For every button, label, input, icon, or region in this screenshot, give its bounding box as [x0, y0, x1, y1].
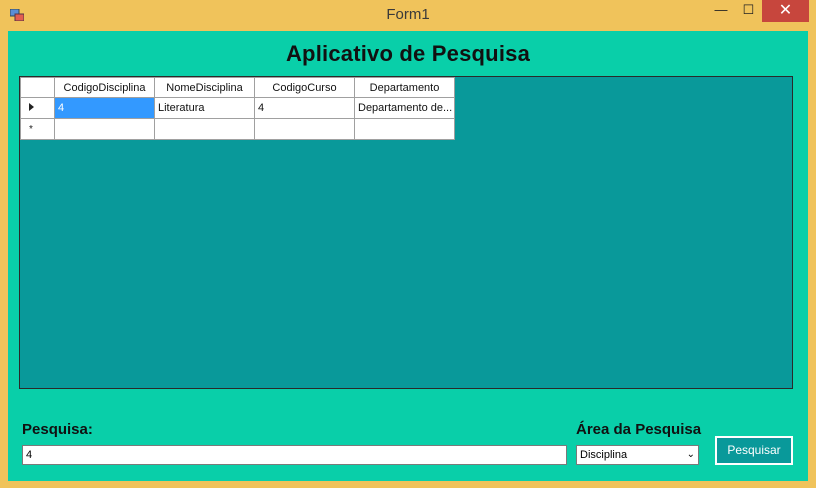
search-area-label: Área da Pesquisa — [576, 421, 702, 438]
table-row[interactable]: 4 Literatura 4 Departamento de... — [20, 97, 455, 119]
form-client-area: Aplicativo de Pesquisa CodigoDisciplina … — [8, 31, 808, 481]
column-header-codigodisciplina[interactable]: CodigoDisciplina — [54, 77, 155, 98]
maximize-button[interactable]: ☐ — [735, 0, 762, 22]
new-cell[interactable] — [154, 118, 255, 140]
page-title: Aplicativo de Pesquisa — [285, 41, 531, 66]
chevron-down-icon[interactable]: ⌄ — [687, 446, 695, 464]
grid-header-row: CodigoDisciplina NomeDisciplina CodigoCu… — [20, 77, 455, 98]
cell-codigocurso[interactable]: 4 — [254, 97, 355, 119]
cell-departamento[interactable]: Departamento de... — [354, 97, 455, 119]
column-header-departamento[interactable]: Departamento — [354, 77, 455, 98]
column-header-codigocurso[interactable]: CodigoCurso — [254, 77, 355, 98]
minimize-button[interactable]: — — [707, 0, 735, 22]
data-grid[interactable]: CodigoDisciplina NomeDisciplina CodigoCu… — [19, 76, 793, 389]
column-header-nomedisciplina[interactable]: NomeDisciplina — [154, 77, 255, 98]
close-button[interactable]: ✕ — [762, 0, 809, 22]
cell-nomedisciplina[interactable]: Literatura — [154, 97, 255, 119]
window-title: Form1 — [386, 6, 430, 23]
cell-codigodisciplina[interactable]: 4 — [54, 97, 155, 119]
current-row-indicator[interactable] — [20, 97, 55, 119]
new-row-indicator[interactable]: * — [20, 118, 55, 140]
new-cell[interactable] — [254, 118, 355, 140]
search-label: Pesquisa: — [22, 421, 93, 438]
search-area-selected-value: Disciplina — [580, 449, 628, 461]
new-row[interactable]: * — [20, 118, 455, 140]
search-input[interactable]: 4 — [22, 445, 567, 465]
grid-corner-header[interactable] — [20, 77, 55, 98]
new-cell[interactable] — [354, 118, 455, 140]
asterisk-icon: * — [29, 124, 33, 135]
search-area-select[interactable]: Disciplina ⌄ — [576, 445, 699, 465]
row-arrow-icon — [29, 103, 34, 111]
search-button[interactable]: Pesquisar — [715, 436, 793, 465]
title-bar[interactable]: Form1 — ☐ ✕ — [0, 0, 816, 31]
new-cell[interactable] — [54, 118, 155, 140]
grid-table: CodigoDisciplina NomeDisciplina CodigoCu… — [20, 77, 455, 140]
